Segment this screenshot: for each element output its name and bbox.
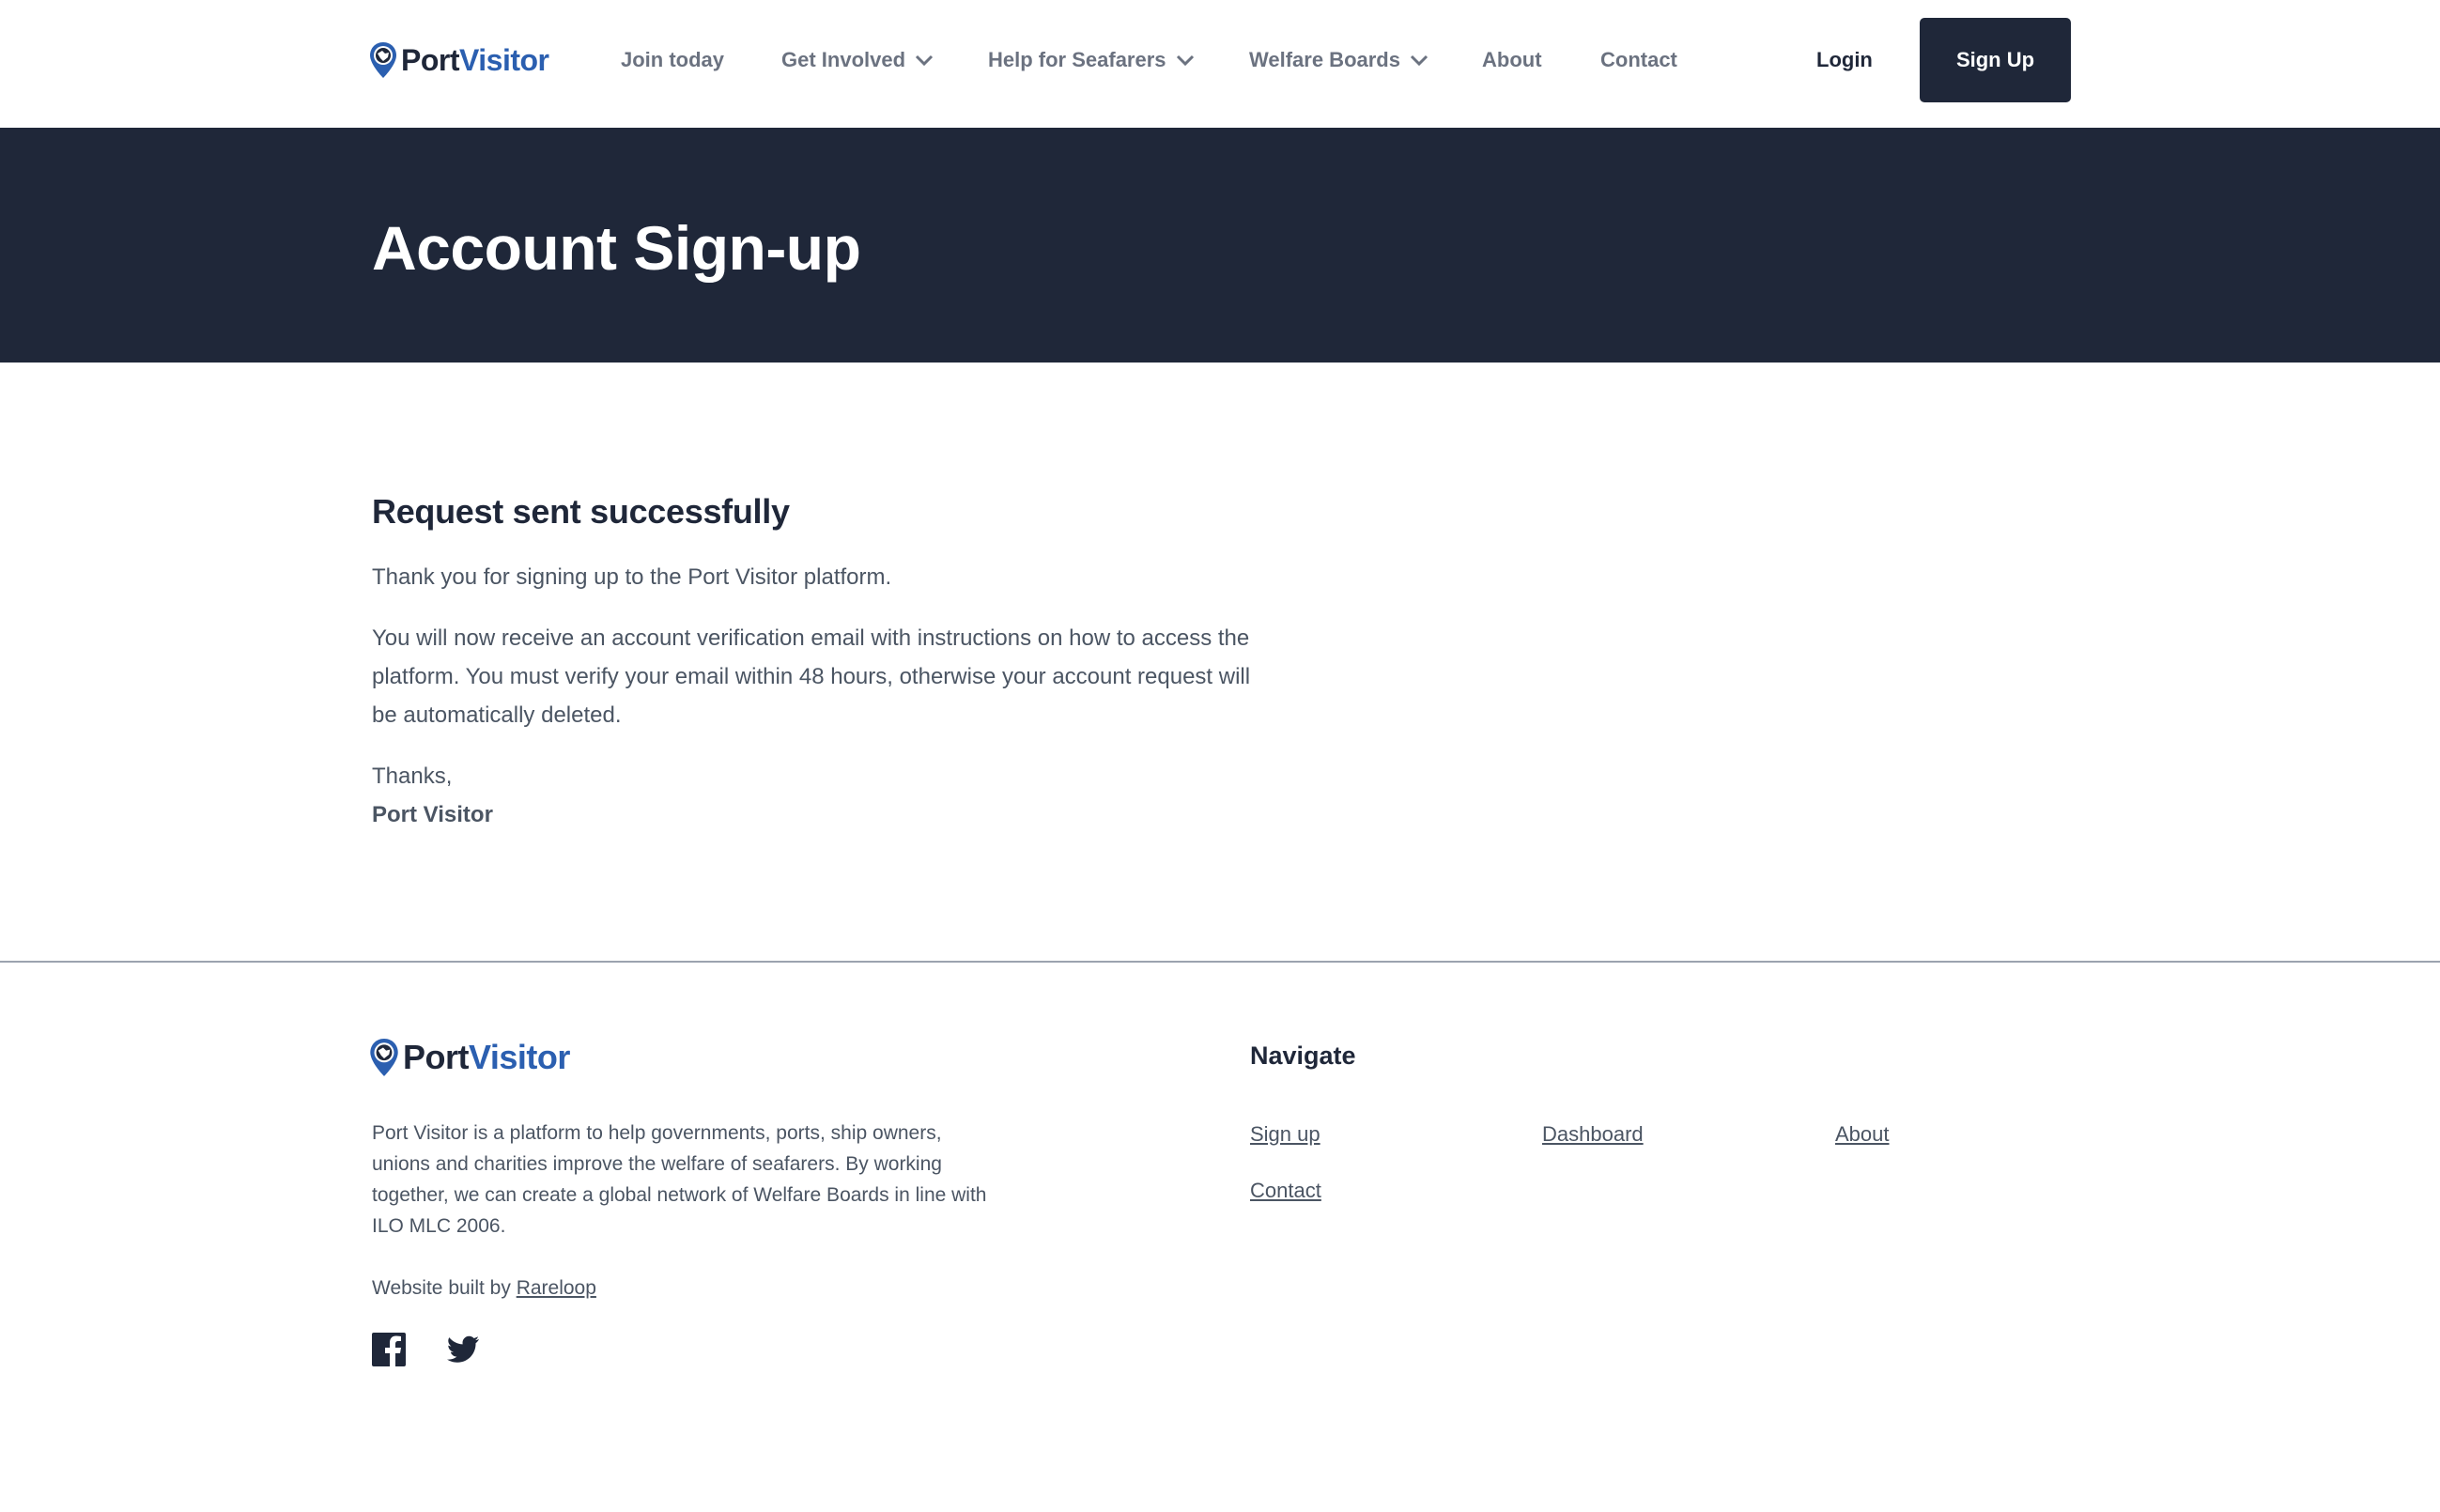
brand-name-part2: Visitor xyxy=(459,42,549,77)
nav-contact[interactable]: Contact xyxy=(1600,43,1677,77)
verification-text-line: be automatically deleted. xyxy=(372,702,622,728)
nav-get-involved-label: Get Involved xyxy=(781,48,906,71)
chevron-down-icon xyxy=(1176,54,1194,66)
footer-link-sign-up[interactable]: Sign up xyxy=(1250,1119,1320,1149)
nav-about-label: About xyxy=(1482,48,1542,71)
nav-about[interactable]: About xyxy=(1482,43,1542,77)
main-content: Request sent successfully Thank you for … xyxy=(372,488,1330,834)
nav-welfare-boards-label: Welfare Boards xyxy=(1249,48,1400,71)
login-label: Login xyxy=(1816,48,1873,71)
rareloop-link[interactable]: Rareloop xyxy=(517,1277,596,1299)
map-pin-globe-icon xyxy=(370,42,396,78)
page-title: Account Sign-up xyxy=(372,213,861,283)
nav-join-today-label: Join today xyxy=(621,48,725,71)
signature-text: Port Visitor xyxy=(372,802,493,827)
footer-description: Port Visitor is a platform to help gover… xyxy=(372,1118,1067,1242)
built-by-text: Website built by Rareloop xyxy=(372,1273,596,1304)
footer-link-about[interactable]: About xyxy=(1835,1119,1890,1149)
thanks-text: Thanks, xyxy=(372,764,453,789)
sign-up-button[interactable]: Sign Up xyxy=(1920,18,2071,102)
nav-help-for-seafarers[interactable]: Help for Seafarers xyxy=(988,43,1195,77)
thank-you-text: Thank you for signing up to the Port Vis… xyxy=(372,564,892,590)
footer-brand-part2: Visitor xyxy=(469,1038,570,1076)
nav-contact-label: Contact xyxy=(1600,48,1677,71)
chevron-down-icon xyxy=(915,54,934,66)
footer-brand-part1: Port xyxy=(403,1038,470,1076)
login-link[interactable]: Login xyxy=(1816,43,1873,77)
footer-link-contact[interactable]: Contact xyxy=(1250,1176,1321,1206)
nav-join-today[interactable]: Join today xyxy=(621,43,724,77)
footer-link-dashboard[interactable]: Dashboard xyxy=(1542,1119,1644,1149)
page: Port Visitor Join today Get Involved Help… xyxy=(0,0,2440,1512)
footer-description-line: Port Visitor is a platform to help gover… xyxy=(372,1122,942,1144)
nav-get-involved[interactable]: Get Involved xyxy=(781,43,934,77)
nav-help-for-seafarers-label: Help for Seafarers xyxy=(988,48,1166,71)
facebook-icon[interactable] xyxy=(372,1333,406,1366)
built-by-prefix: Website built by xyxy=(372,1277,517,1299)
sign-off: Thanks, Port Visitor xyxy=(372,757,1330,834)
map-pin-globe-icon xyxy=(370,1039,398,1076)
header-logo[interactable]: Port Visitor xyxy=(369,38,549,83)
footer-divider xyxy=(0,961,2440,963)
verification-text-line: platform. You must verify your email wit… xyxy=(372,664,1251,689)
brand-name-part1: Port xyxy=(401,42,460,77)
chevron-down-icon xyxy=(1410,54,1428,66)
success-heading: Request sent successfully xyxy=(372,492,790,531)
sign-up-button-label: Sign Up xyxy=(1955,48,2035,71)
twitter-icon[interactable] xyxy=(446,1333,480,1366)
footer-description-line: together, we can create a global network… xyxy=(372,1184,987,1206)
verification-text: You will now receive an account verifica… xyxy=(372,619,1330,734)
verification-text-line: You will now receive an account verifica… xyxy=(372,625,1250,651)
footer-nav-title: Navigate xyxy=(1250,1041,1356,1070)
footer-logo[interactable]: Port Visitor xyxy=(369,1037,570,1078)
page-banner: Account Sign-up xyxy=(0,128,2440,363)
footer-description-line: unions and charities improve the welfare… xyxy=(372,1153,942,1175)
footer-description-line: ILO MLC 2006. xyxy=(372,1215,506,1237)
nav-welfare-boards[interactable]: Welfare Boards xyxy=(1249,43,1428,77)
site-header: Port Visitor Join today Get Involved Help… xyxy=(0,0,2440,128)
